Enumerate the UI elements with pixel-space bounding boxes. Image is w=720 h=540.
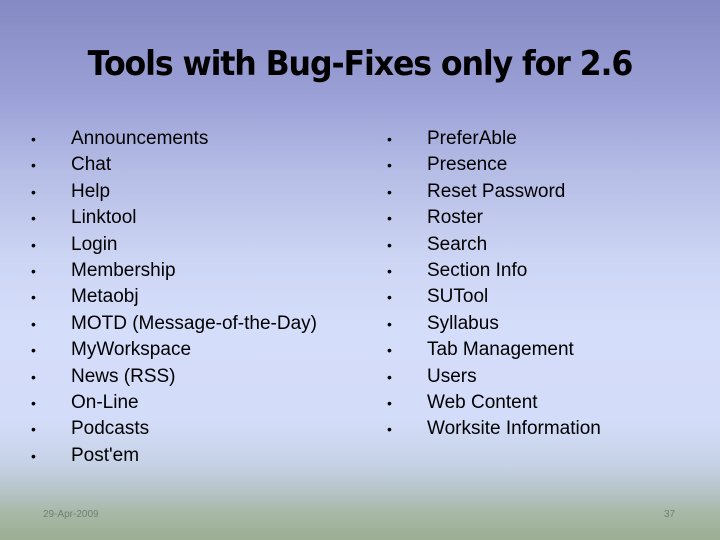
list-item: • Membership — [30, 258, 317, 284]
bullet-icon: • — [387, 421, 392, 438]
list-item: • Syllabus — [386, 311, 601, 337]
list-item: • Search — [386, 232, 601, 258]
list-item-label: PreferAble — [427, 128, 517, 149]
list-item-label: Tab Management — [427, 339, 574, 361]
list-item: • PreferAble — [386, 126, 601, 152]
footer-date: 29-Apr-2009 — [43, 509, 99, 520]
list-item-label: Section Info — [427, 259, 528, 281]
bullet-icon: • — [31, 315, 36, 332]
list-item-label: Roster — [427, 207, 483, 229]
list-item: • Announcements — [30, 126, 317, 152]
list-item-label: MOTD (Message-of-the-Day) — [71, 312, 317, 334]
list-item-label: SUTool — [427, 286, 489, 308]
bullet-icon: • — [387, 157, 392, 174]
list-item-label: Podcasts — [71, 418, 150, 440]
bullet-icon: • — [31, 157, 36, 174]
list-item: • Reset Password — [386, 179, 601, 205]
list-item-label: Metaobj — [71, 286, 139, 308]
list-item-label: MyWorkspace — [71, 339, 192, 361]
bullet-icon: • — [31, 421, 36, 438]
list-item-label: Help — [71, 180, 111, 202]
bullet-icon: • — [387, 394, 392, 411]
bullet-icon: • — [31, 262, 36, 279]
list-item-label: Web Content — [427, 391, 538, 413]
slide-title: Tools with Bug-Fixes only for 2.6 — [87, 44, 634, 84]
bullet-icon: • — [387, 315, 392, 332]
list-item: • Users — [386, 364, 601, 390]
list-item: • News (RSS) — [30, 364, 317, 390]
bullet-icon: • — [31, 368, 36, 385]
bullet-icon: • — [387, 262, 392, 279]
list-item-label: Users — [427, 365, 477, 387]
list-item: • MOTD (Message-of-the-Day) — [30, 311, 317, 337]
bullet-icon: • — [31, 183, 36, 200]
list-item: • SUTool — [386, 284, 601, 310]
list-item: • Presence — [386, 152, 601, 178]
bullet-icon: • — [387, 368, 392, 385]
list-item-label: Presence — [427, 154, 508, 176]
list-item-label: Search — [427, 233, 488, 255]
list-item-label: Reset Password — [427, 180, 566, 202]
bullet-icon: • — [31, 210, 36, 227]
list-item-label: Syllabus — [427, 312, 499, 334]
right-bullet-list: • PreferAble • Presence • Reset Password • Rost… — [386, 126, 601, 443]
list-item: • Help — [30, 179, 317, 205]
list-item-label: Login — [71, 233, 118, 255]
list-item-label: Announcements — [71, 128, 209, 149]
bullet-icon: • — [31, 342, 36, 359]
bullet-icon: • — [387, 183, 392, 200]
list-item-label: Post'em — [71, 444, 140, 466]
bullet-icon: • — [387, 236, 392, 253]
list-item: • Linktool — [30, 205, 317, 231]
bullet-icon: • — [31, 289, 36, 306]
bullet-icon: • — [31, 394, 36, 411]
bullet-icon: • — [31, 131, 36, 147]
list-item-label: News (RSS) — [71, 365, 176, 387]
list-item: • Post'em — [30, 443, 317, 469]
list-item: • Web Content — [386, 390, 601, 416]
bullet-icon: • — [31, 447, 36, 464]
list-item: • Roster — [386, 205, 601, 231]
list-item: • MyWorkspace — [30, 337, 317, 363]
list-item: • Metaobj — [30, 284, 317, 310]
list-item: • Login — [30, 232, 317, 258]
list-item: • Section Info — [386, 258, 601, 284]
list-item-label: Membership — [71, 259, 176, 281]
bullet-icon: • — [387, 131, 392, 147]
list-item-label: On-Line — [71, 391, 139, 413]
list-item: • Tab Management — [386, 337, 601, 363]
slide-number: 37 — [664, 509, 676, 520]
list-item-label: Linktool — [71, 207, 137, 229]
list-item-label: Worksite Information — [427, 418, 601, 440]
list-item: • On-Line — [30, 390, 317, 416]
bullet-icon: • — [387, 342, 392, 359]
list-item: • Chat — [30, 152, 317, 178]
bullet-icon: • — [387, 289, 392, 306]
list-item: • Podcasts — [30, 416, 317, 442]
left-bullet-list: • Announcements • Chat • Help • Linktool • Login •… — [30, 126, 317, 469]
bullet-icon: • — [31, 236, 36, 253]
bullet-icon: • — [387, 210, 392, 227]
list-item-label: Chat — [71, 154, 112, 176]
list-item: • Worksite Information — [386, 416, 601, 442]
